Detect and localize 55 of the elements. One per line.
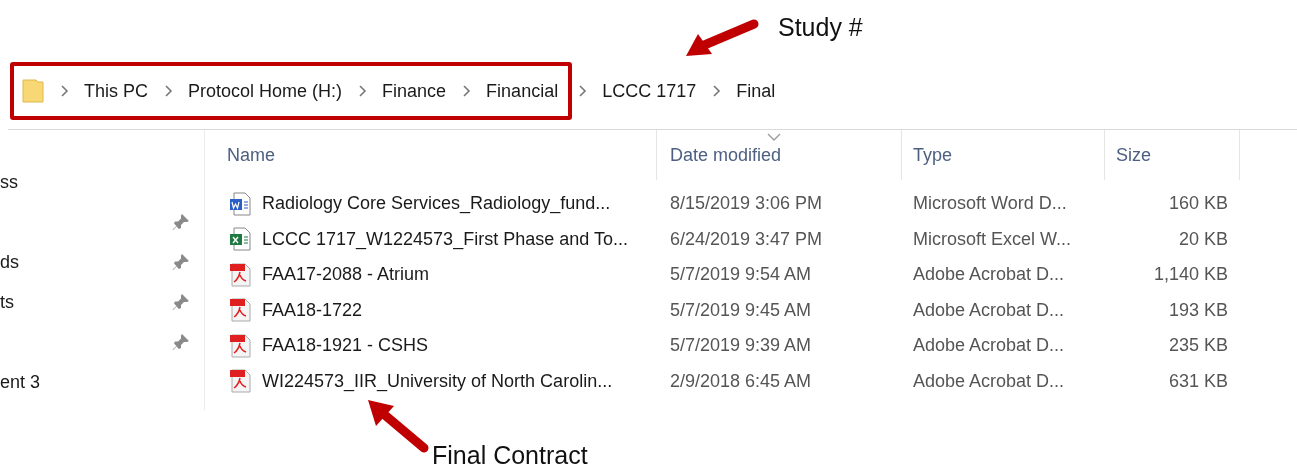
size-cell: 1,140 KB: [1153, 264, 1228, 285]
type-cell: Adobe Acrobat D...: [913, 264, 1065, 285]
breadcrumb-item[interactable]: Final: [736, 77, 776, 105]
date-cell: 8/15/2019 3:06 PM: [670, 193, 823, 214]
size-cell: 20 KB: [1178, 228, 1228, 249]
chevron-icon: [60, 85, 69, 97]
file-name[interactable]: FAA18-1722: [262, 296, 363, 324]
size-cell: 193 KB: [1168, 299, 1228, 320]
sidebar-item[interactable]: ss: [0, 168, 18, 196]
callout-arrow: [368, 400, 429, 453]
size-cell: 235 KB: [1168, 335, 1228, 356]
column-header[interactable]: Type: [902, 130, 1105, 180]
excel-file-icon: [229, 227, 251, 252]
file-name[interactable]: WI224573_IIR_University of North Carolin...: [262, 367, 613, 395]
sidebar-item[interactable]: ent 3: [0, 368, 41, 396]
chevron-icon: [712, 85, 722, 97]
date-cell: 6/24/2019 3:47 PM: [670, 228, 823, 249]
column-header[interactable]: Date modified: [657, 130, 902, 180]
sidebar-item[interactable]: ts: [0, 288, 14, 316]
file-name[interactable]: FAA17-2088 - Atrium: [262, 261, 430, 289]
size-cell: 160 KB: [1168, 193, 1228, 214]
chevron-icon: [462, 85, 472, 97]
pdf-file-icon: [229, 333, 251, 358]
breadcrumb-item[interactable]: This PC: [84, 77, 148, 105]
sort-caret-icon: [766, 133, 781, 141]
breadcrumb-item[interactable]: Finance: [382, 77, 447, 105]
column-header[interactable]: Size: [1105, 130, 1240, 180]
size-cell: 631 KB: [1168, 370, 1228, 391]
file-name[interactable]: FAA18-1921 - CSHS: [262, 332, 429, 360]
breadcrumb-item[interactable]: Financial: [486, 77, 559, 105]
date-cell: 5/7/2019 9:39 AM: [670, 335, 812, 356]
date-cell: 5/7/2019 9:54 AM: [670, 264, 812, 285]
type-cell: Microsoft Excel W...: [913, 228, 1072, 249]
type-cell: Adobe Acrobat D...: [913, 299, 1065, 320]
type-cell: Adobe Acrobat D...: [913, 335, 1065, 356]
file-name[interactable]: LCCC 1717_W1224573_First Phase and To...: [262, 225, 628, 253]
chevron-icon: [358, 85, 368, 97]
folder-icon: [22, 79, 44, 103]
pdf-file-icon: [229, 262, 251, 287]
word-file-icon: [229, 191, 251, 216]
callout-text: Study #: [778, 12, 863, 43]
type-cell: Adobe Acrobat D...: [913, 370, 1065, 391]
file-name[interactable]: Radiology Core Services_Radiology_fund...: [262, 190, 611, 218]
sidebar-item[interactable]: ds: [0, 248, 19, 276]
date-cell: 5/7/2019 9:45 AM: [670, 299, 812, 320]
pdf-file-icon: [229, 369, 251, 394]
breadcrumb-item[interactable]: LCCC 1717: [602, 77, 697, 105]
date-cell: 2/9/2018 6:45 AM: [670, 370, 812, 391]
pdf-file-icon: [229, 298, 251, 323]
callout-text: Final Contract: [432, 440, 588, 466]
type-cell: Microsoft Word D...: [913, 193, 1067, 214]
chevron-icon: [578, 85, 588, 97]
breadcrumb-item[interactable]: Protocol Home (H:): [188, 77, 343, 105]
chevron-icon: [164, 85, 173, 97]
column-header[interactable]: Name: [205, 130, 657, 180]
